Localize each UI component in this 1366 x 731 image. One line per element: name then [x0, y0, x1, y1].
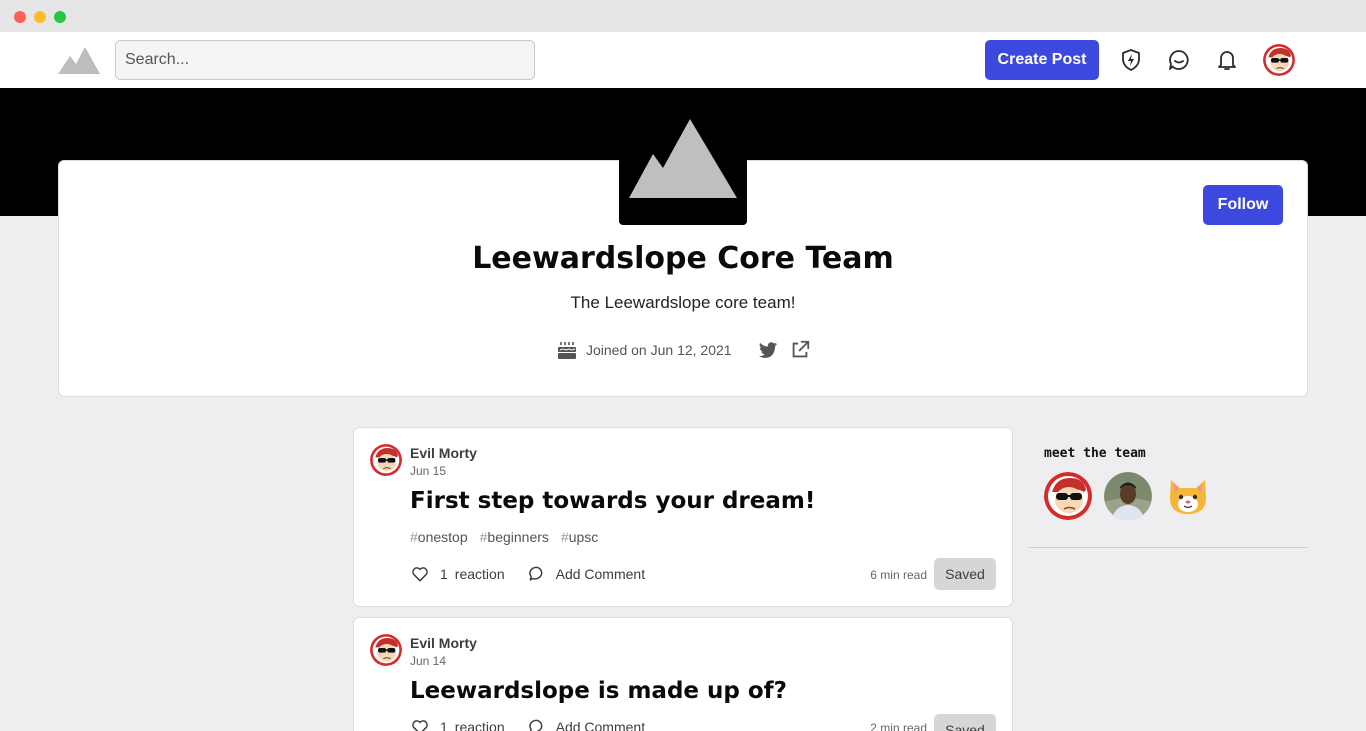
- post-tag[interactable]: #onestop: [410, 529, 468, 545]
- comment-icon[interactable]: [527, 564, 547, 584]
- team-member-avatar[interactable]: [1104, 472, 1152, 520]
- reaction-count[interactable]: 1: [440, 566, 448, 582]
- post-tag[interactable]: #upsc: [561, 529, 598, 545]
- add-comment-link[interactable]: Add Comment: [556, 566, 645, 582]
- mountain-logo-icon: [629, 119, 737, 198]
- comment-icon[interactable]: [527, 717, 547, 731]
- post-date: Jun 14: [410, 654, 447, 668]
- organization-profile-card: Follow Leewardslope Core Team The Leewar…: [58, 117, 1308, 397]
- team-section-title: meet the team: [1044, 446, 1146, 461]
- heart-icon[interactable]: [410, 564, 430, 584]
- close-window-button[interactable]: [14, 11, 26, 23]
- post-title[interactable]: Leewardslope is made up of?: [410, 678, 787, 704]
- author-avatar[interactable]: [370, 444, 402, 476]
- connect-chat-icon[interactable]: [1167, 48, 1191, 72]
- follow-button[interactable]: Follow: [1203, 185, 1283, 225]
- post-tags: #onestop #beginners #upsc: [410, 529, 598, 545]
- post-actions: 1 reaction Add Comment: [410, 717, 645, 731]
- moderation-shield-icon[interactable]: [1119, 48, 1143, 72]
- team-member-avatar[interactable]: [1044, 472, 1092, 520]
- post-card[interactable]: Evil Morty Jun 15 First step towards you…: [353, 427, 1013, 607]
- read-time: 6 min read: [870, 568, 927, 582]
- minimize-window-button[interactable]: [34, 11, 46, 23]
- site-logo-icon[interactable]: [58, 44, 100, 76]
- maximize-window-button[interactable]: [54, 11, 66, 23]
- post-actions: 1 reaction Add Comment: [410, 564, 645, 584]
- post-card[interactable]: Evil Morty Jun 14 Leewardslope is made u…: [353, 617, 1013, 731]
- post-title[interactable]: First step towards your dream!: [410, 488, 815, 514]
- cake-icon: [558, 342, 576, 359]
- post-author[interactable]: Evil Morty: [410, 445, 477, 461]
- post-author[interactable]: Evil Morty: [410, 635, 477, 651]
- reaction-label[interactable]: reaction: [455, 719, 505, 731]
- team-members: [1044, 472, 1212, 520]
- saved-button[interactable]: Saved: [934, 558, 996, 590]
- organization-logo: [619, 117, 747, 225]
- divider: [1028, 547, 1308, 548]
- heart-icon[interactable]: [410, 717, 430, 731]
- reaction-label[interactable]: reaction: [455, 566, 505, 582]
- read-time: 2 min read: [870, 721, 927, 731]
- organization-meta: Joined on Jun 12, 2021: [556, 338, 811, 362]
- post-tag[interactable]: #beginners: [480, 529, 549, 545]
- organization-description: The Leewardslope core team!: [570, 293, 796, 312]
- add-comment-link[interactable]: Add Comment: [556, 719, 645, 731]
- window-titlebar: [0, 0, 1366, 32]
- organization-name: Leewardslope Core Team: [472, 241, 894, 276]
- saved-button[interactable]: Saved: [934, 714, 996, 731]
- team-member-avatar[interactable]: [1164, 472, 1212, 520]
- post-date: Jun 15: [410, 464, 447, 478]
- reaction-count[interactable]: 1: [440, 719, 448, 731]
- external-link-icon[interactable]: [789, 339, 811, 361]
- top-navigation: Create Post: [0, 32, 1366, 88]
- twitter-icon[interactable]: [757, 339, 779, 361]
- search-input[interactable]: [115, 40, 535, 80]
- create-post-button[interactable]: Create Post: [985, 40, 1099, 80]
- notifications-bell-icon[interactable]: [1215, 48, 1239, 72]
- user-avatar[interactable]: [1263, 44, 1295, 76]
- joined-date: Joined on Jun 12, 2021: [586, 342, 732, 358]
- author-avatar[interactable]: [370, 634, 402, 666]
